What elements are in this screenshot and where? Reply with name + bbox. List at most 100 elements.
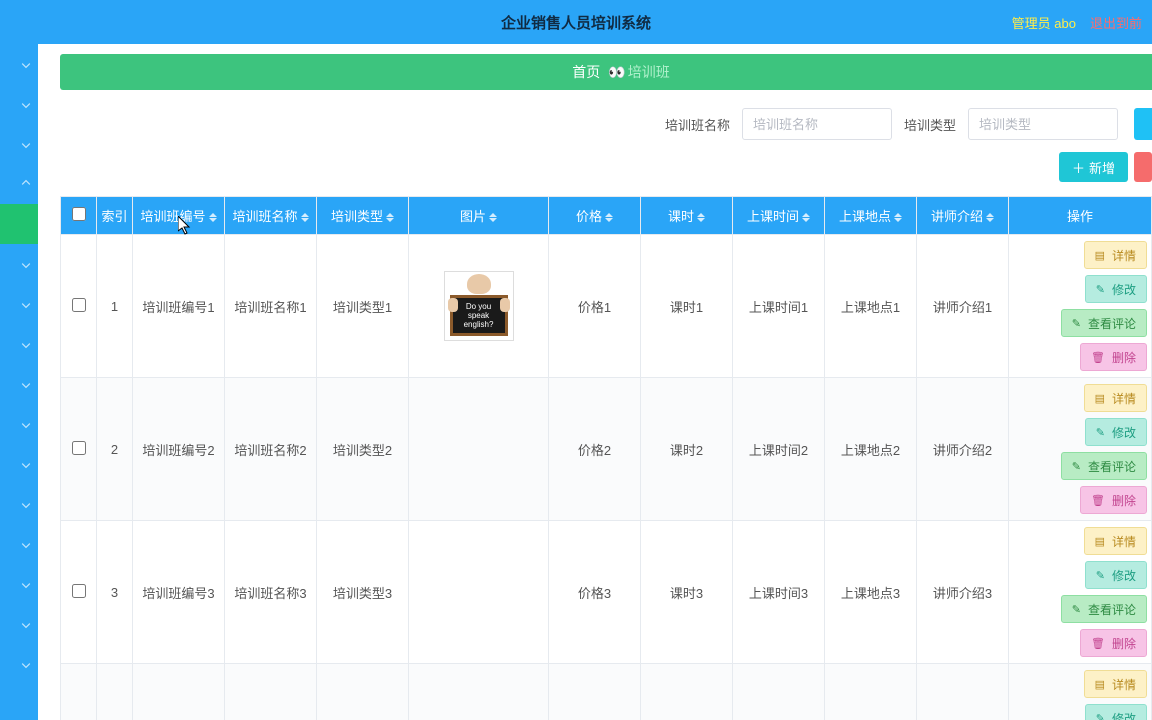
cell-hours: 课时1 xyxy=(641,235,733,378)
toolbar: ＋ 新增 xyxy=(60,152,1152,182)
col-price[interactable]: 价格 xyxy=(549,197,641,235)
delete-button[interactable]: 删除 xyxy=(1080,486,1147,514)
cell-img: Do you speak english? xyxy=(409,235,549,378)
sidebar-item-5[interactable] xyxy=(0,244,38,284)
cell-actions: 详情修改查看评论删除 xyxy=(1009,378,1152,521)
col-teacher[interactable]: 讲师介绍 xyxy=(917,197,1009,235)
sidebar-item-8[interactable] xyxy=(0,364,38,404)
sidebar-item-0[interactable] xyxy=(0,44,38,84)
sidebar-item-13[interactable] xyxy=(0,564,38,604)
chevron-down-icon xyxy=(22,580,30,588)
sidebar-item-11[interactable] xyxy=(0,484,38,524)
edit-button[interactable]: 修改 xyxy=(1085,561,1147,589)
select-all-checkbox[interactable] xyxy=(72,207,86,221)
filter-type-input[interactable] xyxy=(968,108,1118,140)
chevron-down-icon xyxy=(22,340,30,348)
delete-button[interactable]: 删除 xyxy=(1080,343,1147,371)
detail-button[interactable]: 详情 xyxy=(1084,670,1147,698)
cell-price: 价格4 xyxy=(549,664,641,720)
chevron-down-icon xyxy=(22,260,30,268)
cell-actions: 详情修改查看评论删除 xyxy=(1009,664,1152,720)
sidebar-item-10[interactable] xyxy=(0,444,38,484)
cell-img xyxy=(409,664,549,720)
cell-time: 上课时间4 xyxy=(733,664,825,720)
sidebar-item-4[interactable] xyxy=(0,204,38,244)
add-button[interactable]: ＋ 新增 xyxy=(1059,152,1128,182)
sidebar-item-3[interactable] xyxy=(0,164,38,204)
admin-label[interactable]: 管理员 abo xyxy=(1012,13,1076,32)
col-checkbox xyxy=(61,197,97,235)
cell-hours: 课时4 xyxy=(641,664,733,720)
crumb-home[interactable]: 首页 xyxy=(572,62,600,82)
table-row: 3培训班编号3培训班名称3培训类型3价格3课时3上课时间3上课地点3讲师介绍3详… xyxy=(61,521,1152,664)
row-checkbox[interactable] xyxy=(72,441,86,455)
chevron-down-icon xyxy=(22,420,30,428)
cell-time: 上课时间1 xyxy=(733,235,825,378)
cell-checkbox xyxy=(61,235,97,378)
table-header-row: 索引 培训班编号 培训班名称 培训类型 图片 价格 课时 上课时间 上课地点 讲… xyxy=(61,197,1152,235)
sidebar-item-12[interactable] xyxy=(0,524,38,564)
cell-place: 上课地点1 xyxy=(825,235,917,378)
row-checkbox[interactable] xyxy=(72,584,86,598)
filter-name-label: 培训班名称 xyxy=(665,115,730,134)
cell-actions: 详情修改查看评论删除 xyxy=(1009,235,1152,378)
sidebar-item-9[interactable] xyxy=(0,404,38,444)
filter-name-input[interactable] xyxy=(742,108,892,140)
sidebar-item-1[interactable] xyxy=(0,84,38,124)
app-title: 企业销售人员培训系统 xyxy=(501,12,651,33)
cell-type: 培训类型2 xyxy=(317,378,409,521)
cell-index: 4 xyxy=(97,664,133,720)
sidebar-item-2[interactable] xyxy=(0,124,38,164)
col-hours[interactable]: 课时 xyxy=(641,197,733,235)
cell-name: 培训班名称4 xyxy=(225,664,317,720)
cell-hours: 课时2 xyxy=(641,378,733,521)
sidebar-item-7[interactable] xyxy=(0,324,38,364)
cell-checkbox xyxy=(61,521,97,664)
delete-batch-button[interactable] xyxy=(1134,152,1152,182)
col-type[interactable]: 培训类型 xyxy=(317,197,409,235)
filter-bar: 培训班名称 培训类型 xyxy=(60,108,1152,140)
cell-num: 培训班编号3 xyxy=(133,521,225,664)
comments-button[interactable]: 查看评论 xyxy=(1061,452,1147,480)
logout-link[interactable]: 退出到前 xyxy=(1090,13,1142,32)
sidebar-item-15[interactable] xyxy=(0,644,38,684)
cell-teacher: 讲师介绍2 xyxy=(917,378,1009,521)
row-checkbox[interactable] xyxy=(72,298,86,312)
detail-button[interactable]: 详情 xyxy=(1084,384,1147,412)
col-time[interactable]: 上课时间 xyxy=(733,197,825,235)
comments-button[interactable]: 查看评论 xyxy=(1061,309,1147,337)
cell-teacher: 讲师介绍1 xyxy=(917,235,1009,378)
col-name[interactable]: 培训班名称 xyxy=(225,197,317,235)
col-num[interactable]: 培训班编号 xyxy=(133,197,225,235)
col-ops: 操作 xyxy=(1009,197,1152,235)
table-row: 2培训班编号2培训班名称2培训类型2价格2课时2上课时间2上课地点2讲师介绍2详… xyxy=(61,378,1152,521)
col-index[interactable]: 索引 xyxy=(97,197,133,235)
col-place[interactable]: 上课地点 xyxy=(825,197,917,235)
filter-type-label: 培训类型 xyxy=(904,115,956,134)
row-thumbnail[interactable]: Do you speak english? xyxy=(444,271,514,341)
edit-button[interactable]: 修改 xyxy=(1085,418,1147,446)
data-table: 索引 培训班编号 培训班名称 培训类型 图片 价格 课时 上课时间 上课地点 讲… xyxy=(60,196,1152,720)
search-button[interactable] xyxy=(1134,108,1152,140)
cell-checkbox xyxy=(61,378,97,521)
sidebar-item-6[interactable] xyxy=(0,284,38,324)
comments-button[interactable]: 查看评论 xyxy=(1061,595,1147,623)
main-content: 首页 👀 培训班 培训班名称 培训类型 ＋ 新增 索引 xyxy=(38,44,1152,720)
detail-button[interactable]: 详情 xyxy=(1084,241,1147,269)
cell-num: 培训班编号2 xyxy=(133,378,225,521)
cell-price: 价格3 xyxy=(549,521,641,664)
chevron-down-icon xyxy=(22,60,30,68)
edit-button[interactable]: 修改 xyxy=(1085,704,1147,720)
edit-button[interactable]: 修改 xyxy=(1085,275,1147,303)
cell-time: 上课时间2 xyxy=(733,378,825,521)
cell-index: 3 xyxy=(97,521,133,664)
eyes-icon: 👀 xyxy=(608,64,623,81)
sidebar-item-14[interactable] xyxy=(0,604,38,644)
table-row: 1培训班编号1培训班名称1培训类型1Do you speak english?价… xyxy=(61,235,1152,378)
chevron-down-icon xyxy=(22,140,30,148)
chevron-down-icon xyxy=(22,660,30,668)
cell-price: 价格2 xyxy=(549,378,641,521)
delete-button[interactable]: 删除 xyxy=(1080,629,1147,657)
col-img[interactable]: 图片 xyxy=(409,197,549,235)
detail-button[interactable]: 详情 xyxy=(1084,527,1147,555)
